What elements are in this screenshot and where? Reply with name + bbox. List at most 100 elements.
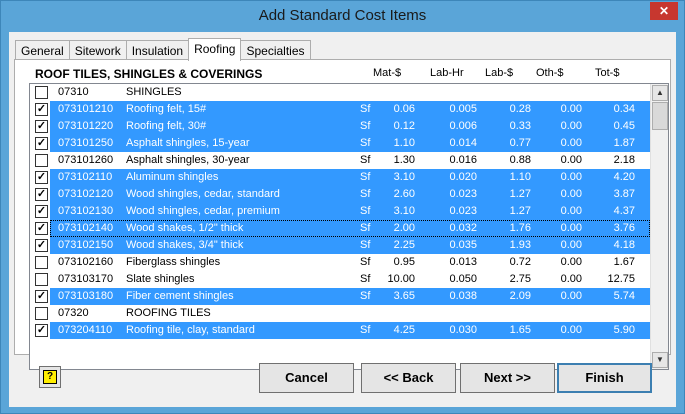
vertical-scrollbar[interactable]: ▲ ▼ [650,84,668,369]
list-item[interactable]: 07320 ROOFING TILES [30,305,650,322]
item-description: Roofing felt, 30# [126,120,207,132]
item-total-cost: 5.90 [613,324,635,336]
item-description: Roofing tile, clay, standard [126,324,255,336]
item-oth-cost: 0.00 [560,205,582,217]
cost-items-list[interactable]: ▲ ▼ 07310 SHINGLES ✓ 073101210 Roofing felt,… [29,83,669,370]
scroll-down-icon[interactable]: ▼ [652,352,668,368]
window-title: Add Standard Cost Items [258,7,427,24]
item-mat-cost: 1.10 [393,137,415,149]
dialog-window: Add Standard Cost Items ✕ General Sitewor… [0,0,685,414]
checkbox-cell: ✓ [30,169,50,186]
tab-sitework[interactable]: Sitework [68,40,127,60]
item-lab-hr: 0.050 [449,273,477,285]
item-code: 073102160 [58,256,114,268]
item-checkbox[interactable]: ✓ [35,120,48,133]
finish-button[interactable]: Finish [557,363,652,393]
list-item[interactable]: ✓ 073102150 Wood shakes, 3/4" thick Sf 2.25 0… [30,237,650,254]
item-oth-cost: 0.00 [560,256,582,268]
item-lab-hr: 0.023 [449,188,477,200]
item-checkbox[interactable] [35,273,48,286]
checkbox-cell: ✓ [30,322,50,339]
item-code: 073102130 [58,205,114,217]
list-item[interactable]: ✓ 073204110 Roofing tile, clay, standard Sf… [30,322,650,339]
item-lab-cost: 1.76 [509,222,531,234]
item-total-cost: 1.67 [613,256,635,268]
item-lab-cost: 0.33 [509,120,531,132]
item-checkbox[interactable]: ✓ [35,205,48,218]
item-code: 073102150 [58,239,114,251]
checkbox-cell: ✓ [30,186,50,203]
list-item[interactable]: 073102160 Fiberglass shingles Sf 0.95 0.013 0… [30,254,650,271]
item-mat-cost: 0.12 [393,120,415,132]
item-oth-cost: 0.00 [560,171,582,183]
item-code: 073102110 [58,171,113,183]
item-description: Wood shingles, cedar, premium [126,205,280,217]
checkbox-cell: ✓ [30,237,50,254]
item-checkbox[interactable]: ✓ [35,290,48,303]
item-mat-cost: 2.25 [393,239,415,251]
item-mat-cost: 3.10 [393,171,415,183]
tab-roofing[interactable]: Roofing [188,38,242,61]
list-item[interactable]: ✓ 073101220 Roofing felt, 30# Sf 0.12 0.006 0.… [30,118,650,135]
checkbox-cell [30,84,50,101]
dialog-client: General Sitework Insulation Roofing Specialt… [9,32,676,407]
item-checkbox[interactable]: ✓ [35,222,48,235]
item-checkbox[interactable]: ✓ [35,171,48,184]
item-lab-cost: 0.88 [509,154,531,166]
item-total-cost: 4.20 [613,171,635,183]
item-description: Fiberglass shingles [126,256,221,268]
item-checkbox[interactable]: ✓ [35,188,48,201]
item-oth-cost: 0.00 [560,239,582,251]
item-code: 07310 [58,86,89,98]
back-button[interactable]: << Back [361,363,456,393]
item-total-cost: 4.18 [613,239,635,251]
next-button[interactable]: Next >> [460,363,555,393]
item-checkbox[interactable] [35,307,48,320]
checkbox-cell: ✓ [30,135,50,152]
scroll-up-icon[interactable]: ▲ [652,85,668,101]
item-oth-cost: 0.00 [560,273,582,285]
item-lab-cost: 1.93 [509,239,531,251]
checkbox-cell [30,152,50,169]
item-checkbox[interactable] [35,154,48,167]
item-total-cost: 4.37 [613,205,635,217]
tab-specialties[interactable]: Specialties [240,40,311,60]
item-checkbox[interactable] [35,256,48,269]
tab-insulation[interactable]: Insulation [125,40,190,60]
item-description: Asphalt shingles, 30-year [126,154,250,166]
cancel-button[interactable]: Cancel [259,363,354,393]
item-oth-cost: 0.00 [560,290,582,302]
item-code: 073103180 [58,290,114,302]
item-checkbox[interactable]: ✓ [35,324,48,337]
column-header-lab-hr: Lab-Hr [430,67,464,79]
list-item[interactable]: ✓ 073102110 Aluminum shingles Sf 3.10 0.020 1.… [30,169,650,186]
tab-general[interactable]: General [15,40,70,60]
item-description: Asphalt shingles, 15-year [126,137,250,149]
list-item[interactable]: 073103170 Slate shingles Sf 10.00 0.050 2.75 0… [30,271,650,288]
help-button[interactable]: ? [39,366,61,388]
close-button[interactable]: ✕ [650,2,678,20]
item-oth-cost: 0.00 [560,324,582,336]
item-checkbox[interactable]: ✓ [35,137,48,150]
list-item[interactable]: ✓ 073101210 Roofing felt, 15# Sf 0.06 0.005 0.… [30,101,650,118]
list-item[interactable]: ✓ 073102120 Wood shingles, cedar, standard… [30,186,650,203]
item-checkbox[interactable]: ✓ [35,103,48,116]
item-checkbox[interactable]: ✓ [35,239,48,252]
item-mat-cost: 4.25 [393,324,415,336]
item-code: 073102120 [58,188,114,200]
scroll-thumb[interactable] [652,102,668,130]
list-item[interactable]: ✓ 073102130 Wood shingles, cedar, premium S… [30,203,650,220]
checkbox-cell [30,254,50,271]
list-item[interactable]: ✓ 073101250 Asphalt shingles, 15-year Sf 1.1… [30,135,650,152]
list-item[interactable]: ✓ 073103180 Fiber cement shingles Sf 3.65 0.0… [30,288,650,305]
list-item[interactable]: 073101260 Asphalt shingles, 30-year Sf 1.30… [30,152,650,169]
item-mat-cost: 10.00 [387,273,415,285]
list-item[interactable]: ✓ 073102140 Wood shakes, 1/2" thick Sf 2.00 0… [30,220,650,237]
item-lab-hr: 0.035 [449,239,477,251]
item-mat-cost: 3.10 [393,205,415,217]
item-code: 073101250 [58,137,114,149]
item-mat-cost: 0.95 [393,256,415,268]
item-checkbox[interactable] [35,86,48,99]
list-item[interactable]: 07310 SHINGLES [30,84,650,101]
item-lab-hr: 0.038 [449,290,477,302]
